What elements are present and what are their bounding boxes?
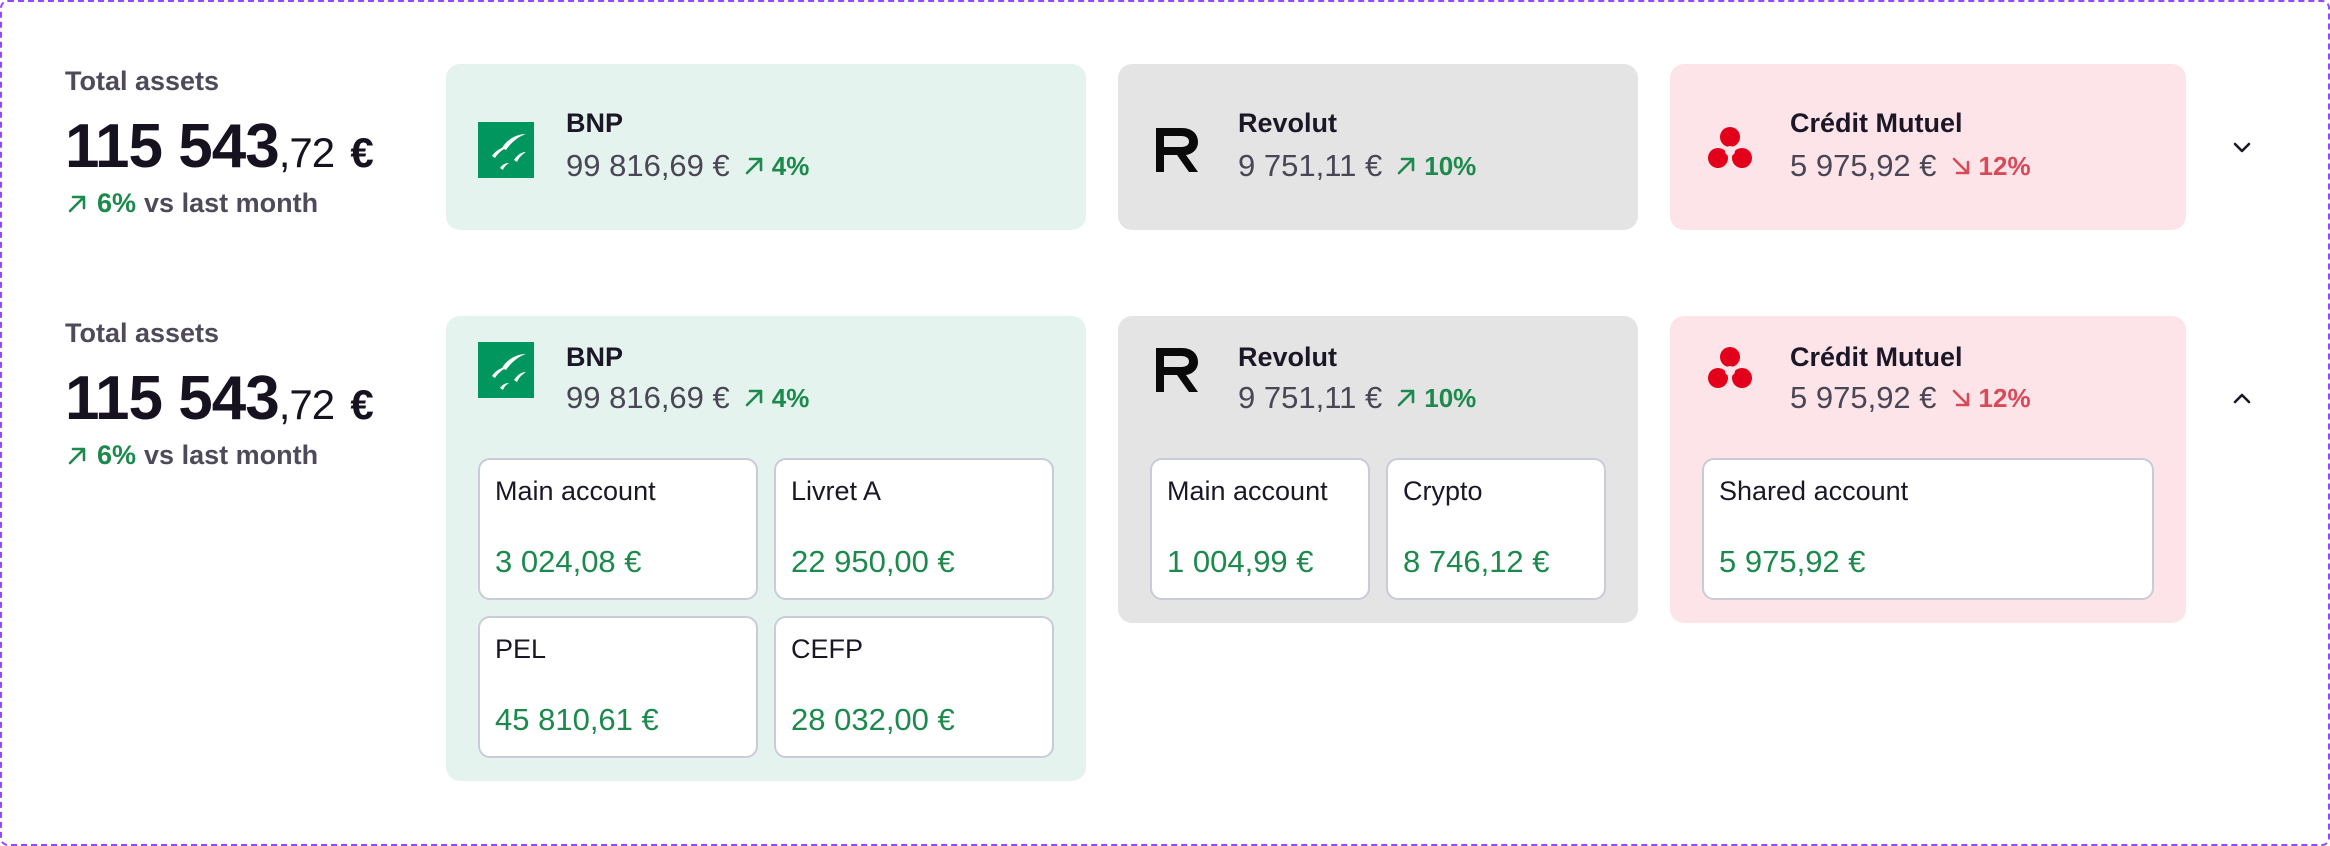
bank-trend-percent: 4% xyxy=(771,382,810,413)
bnp-logo-icon xyxy=(478,122,534,178)
bank-trend: 12% xyxy=(1949,151,2031,182)
total-amount-integer: 115 543 xyxy=(65,112,280,181)
account-balance: 8 746,12 € xyxy=(1403,544,1550,579)
account-card-pel[interactable]: PEL 45 810,61 € xyxy=(478,616,758,758)
bank-name: Crédit Mutuel xyxy=(1790,342,1963,372)
account-card-main[interactable]: Main account 3 024,08 € xyxy=(478,458,758,600)
arrow-down-right-icon xyxy=(1952,157,1969,175)
total-trend: 6% vs last month xyxy=(65,188,435,219)
bank-card-bnp[interactable]: BNP 99 816,69 € 4% Main account 3 024,08… xyxy=(446,316,1086,781)
bank-balance: 99 816,69 € 4% xyxy=(566,148,809,184)
bank-trend-percent: 4% xyxy=(771,150,810,181)
bank-balance: 9 751,11 € 10% xyxy=(1238,380,1476,416)
bank-trend: 10% xyxy=(1394,383,1476,414)
bank-balance-amount: 99 816,69 € xyxy=(566,380,730,415)
bank-name: Revolut xyxy=(1238,342,1338,372)
account-balance: 28 032,00 € xyxy=(791,702,955,737)
bank-balance-amount: 5 975,92 € xyxy=(1790,380,1937,415)
account-card-main[interactable]: Main account 1 004,99 € xyxy=(1150,458,1370,600)
bank-balance-amount: 9 751,11 € xyxy=(1238,148,1383,183)
bank-card-credit-mutuel[interactable]: Crédit Mutuel 5 975,92 € 12% xyxy=(1670,64,2186,230)
bank-trend: 10% xyxy=(1394,151,1476,182)
total-trend-percent: 6% xyxy=(97,188,137,218)
total-assets-summary: Total assets 115 543,72 € 6% vs last mon… xyxy=(65,66,435,219)
total-amount-currency: € xyxy=(350,381,373,428)
account-card-crypto[interactable]: Crypto 8 746,12 € xyxy=(1386,458,1606,600)
collapse-toggle[interactable] xyxy=(2222,379,2262,419)
account-card-shared[interactable]: Shared account 5 975,92 € xyxy=(1702,458,2154,600)
bank-trend: 4% xyxy=(742,382,810,414)
total-assets-label: Total assets xyxy=(65,318,220,348)
expand-toggle[interactable] xyxy=(2222,127,2262,167)
total-trend-text: vs last month xyxy=(144,188,319,218)
total-trend: 6% vs last month xyxy=(65,440,435,471)
bank-card-revolut[interactable]: Revolut 9 751,11 € 10% Main account 1 00… xyxy=(1118,316,1638,623)
arrow-up-right-icon xyxy=(68,195,86,212)
bank-trend-percent: 12% xyxy=(1978,150,2031,181)
bank-card-credit-mutuel[interactable]: Crédit Mutuel 5 975,92 € 12% Shared acco… xyxy=(1670,316,2186,623)
bank-balance: 5 975,92 € 12% xyxy=(1790,148,2031,184)
account-balance: 22 950,00 € xyxy=(791,544,955,579)
chevron-up-icon xyxy=(2233,393,2251,404)
total-amount-decimals: ,72 xyxy=(278,129,335,176)
bank-name: Revolut xyxy=(1238,108,1338,138)
arrow-up-right-icon xyxy=(1397,389,1415,407)
bank-name: BNP xyxy=(566,342,624,372)
account-name: Main account xyxy=(495,476,656,506)
bank-trend-percent: 10% xyxy=(1424,382,1477,413)
total-amount-decimals: ,72 xyxy=(278,381,335,428)
bank-trend-percent: 10% xyxy=(1424,150,1477,181)
account-card-cefp[interactable]: CEFP 28 032,00 € xyxy=(774,616,1054,758)
bank-balance-amount: 99 816,69 € xyxy=(566,148,730,183)
total-amount-currency: € xyxy=(350,129,373,176)
arrow-up-right-icon xyxy=(68,447,86,464)
account-name: PEL xyxy=(495,634,547,664)
account-name: Main account xyxy=(1167,476,1328,506)
bank-card-bnp[interactable]: BNP 99 816,69 € 4% xyxy=(446,64,1086,230)
revolut-logo-icon xyxy=(1156,128,1198,172)
credit-mutuel-logo-icon xyxy=(1708,347,1752,388)
total-trend-text: vs last month xyxy=(144,440,319,470)
account-balance: 45 810,61 € xyxy=(495,702,659,737)
account-name: Livret A xyxy=(791,476,882,506)
arrow-up-right-icon xyxy=(745,157,763,175)
account-name: CEFP xyxy=(791,634,864,664)
bank-trend: 12% xyxy=(1949,383,2031,414)
arrow-down-right-icon xyxy=(1952,389,1969,407)
bank-trend-percent: 12% xyxy=(1978,382,2031,413)
account-card-livret-a[interactable]: Livret A 22 950,00 € xyxy=(774,458,1054,600)
bank-trend: 4% xyxy=(742,150,810,182)
bank-balance: 9 751,11 € 10% xyxy=(1238,148,1476,184)
bank-balance: 5 975,92 € 12% xyxy=(1790,380,2031,416)
account-name: Shared account xyxy=(1719,476,1909,506)
account-name: Crypto xyxy=(1403,476,1483,506)
bank-name: Crédit Mutuel xyxy=(1790,108,1963,138)
total-amount-integer: 115 543 xyxy=(65,364,280,433)
account-balance: 5 975,92 € xyxy=(1719,544,1866,579)
bank-name: BNP xyxy=(566,108,624,138)
total-assets-amount: 115 543,72 € xyxy=(65,111,435,182)
account-balance: 1 004,99 € xyxy=(1167,544,1314,579)
total-assets-amount: 115 543,72 € xyxy=(65,363,435,434)
total-assets-summary: Total assets 115 543,72 € 6% vs last mon… xyxy=(65,318,435,471)
total-trend-percent: 6% xyxy=(97,440,137,470)
bnp-logo-icon xyxy=(478,342,534,398)
bank-balance-amount: 9 751,11 € xyxy=(1238,380,1383,415)
arrow-up-right-icon xyxy=(1397,157,1415,175)
account-balance: 3 024,08 € xyxy=(495,544,642,579)
bank-balance-amount: 5 975,92 € xyxy=(1790,148,1937,183)
total-assets-label: Total assets xyxy=(65,66,220,96)
revolut-logo-icon xyxy=(1156,348,1198,392)
bank-card-revolut[interactable]: Revolut 9 751,11 € 10% xyxy=(1118,64,1638,230)
credit-mutuel-logo-icon xyxy=(1708,127,1752,168)
chevron-down-icon xyxy=(2233,142,2251,153)
arrow-up-right-icon xyxy=(745,389,763,407)
bank-balance: 99 816,69 € 4% xyxy=(566,380,809,416)
